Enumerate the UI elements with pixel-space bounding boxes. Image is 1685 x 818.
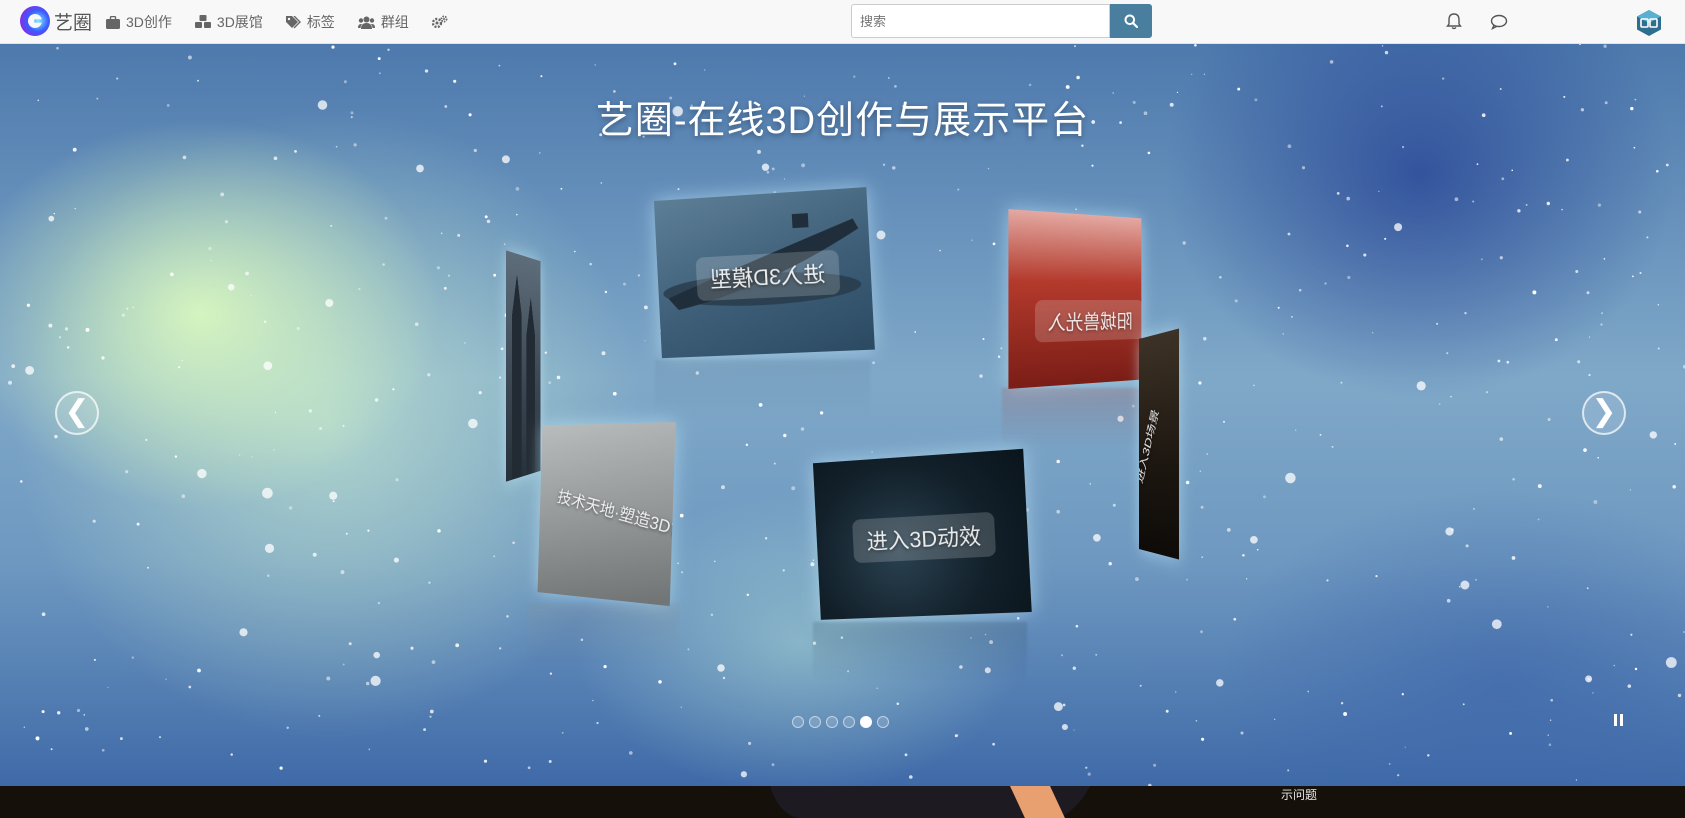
carousel-card-3d-scene[interactable]: 进入3D场景 [1139, 329, 1179, 560]
carousel-prev-button[interactable]: ❮ [55, 391, 99, 435]
carousel-dot[interactable] [877, 716, 889, 728]
main-nav: 3D创作 3D展馆 标签 群组 [106, 0, 477, 44]
carousel-card-theater[interactable]: 阳城兽光入 [1008, 209, 1141, 389]
app-logo-icon[interactable] [1635, 9, 1663, 37]
briefcase-icon [106, 16, 120, 29]
brand-logo-icon[interactable] [20, 6, 50, 36]
carousel-card-label: 阳城兽光入 [1035, 300, 1141, 343]
nav-item-settings[interactable] [432, 15, 454, 29]
footer-text: 示问题 [1281, 786, 1317, 803]
castle-image [506, 250, 540, 481]
carousel-card-castle[interactable] [506, 250, 540, 481]
carousel-card-tech-world[interactable]: 技术天地·塑造3D世界 [538, 422, 676, 606]
carousel-card-reflection [655, 360, 870, 420]
carousel-dot[interactable] [792, 716, 804, 728]
chat-bubble-icon[interactable] [1490, 14, 1508, 30]
cubes-icon [195, 15, 211, 29]
nav-label-groups: 群组 [381, 12, 409, 32]
starfield-background [0, 44, 1685, 786]
nav-label-tags: 标签 [307, 12, 335, 32]
carousel-dot[interactable] [809, 716, 821, 728]
nav-item-groups[interactable]: 群组 [358, 12, 409, 32]
carousel-card-reflection [1002, 388, 1155, 448]
carousel-card-reflection [528, 604, 678, 664]
users-icon [358, 16, 375, 29]
hero-carousel: 艺圈-在线3D创作与展示平台 进入3D模型 阳城兽光入 技术天地·塑造3D世界 … [0, 44, 1685, 786]
nav-label-3d-create: 3D创作 [126, 12, 172, 32]
carousel-next-button[interactable]: ❯ [1582, 391, 1626, 435]
character-image [760, 786, 1180, 818]
carousel-dot[interactable] [826, 716, 838, 728]
bottom-content-strip: 示问题 [0, 786, 1685, 818]
carousel-dot[interactable] [860, 716, 872, 728]
search-icon [1124, 14, 1138, 28]
carousel-card-label: 进入3D模型 [695, 250, 840, 301]
pause-icon[interactable] [1614, 714, 1624, 726]
carousel-card-label: 进入3D动效 [852, 512, 996, 563]
hero-title: 艺圈-在线3D创作与展示平台 [0, 89, 1685, 144]
bell-icon[interactable] [1446, 12, 1462, 30]
nav-item-tags[interactable]: 标签 [286, 12, 335, 32]
gears-icon [432, 15, 448, 29]
tags-icon [286, 16, 301, 29]
nav-label-3d-gallery: 3D展馆 [217, 12, 263, 32]
brand-name[interactable]: 艺圈 [54, 8, 92, 35]
nav-item-3d-gallery[interactable]: 3D展馆 [195, 12, 263, 32]
carousel-dot[interactable] [843, 716, 855, 728]
nav-item-3d-create[interactable]: 3D创作 [106, 12, 172, 32]
search-input[interactable] [851, 4, 1110, 38]
carousel-pagination [792, 716, 894, 728]
top-navbar: 艺圈 3D创作 3D展馆 标签 群组 搜索 [0, 0, 1685, 44]
brand[interactable]: 艺圈 [20, 5, 92, 37]
search-button[interactable] [1110, 4, 1152, 38]
carousel-card-3d-model[interactable]: 进入3D模型 [654, 187, 875, 358]
carousel-card-label: 进入3D场景 [1139, 392, 1169, 501]
carousel-card-label: 技术天地·塑造3D世界 [543, 474, 675, 558]
carousel-card-3d-effect[interactable]: 进入3D动效 [813, 449, 1032, 620]
carousel-card-reflection [813, 622, 1027, 682]
search-box [851, 4, 1152, 38]
